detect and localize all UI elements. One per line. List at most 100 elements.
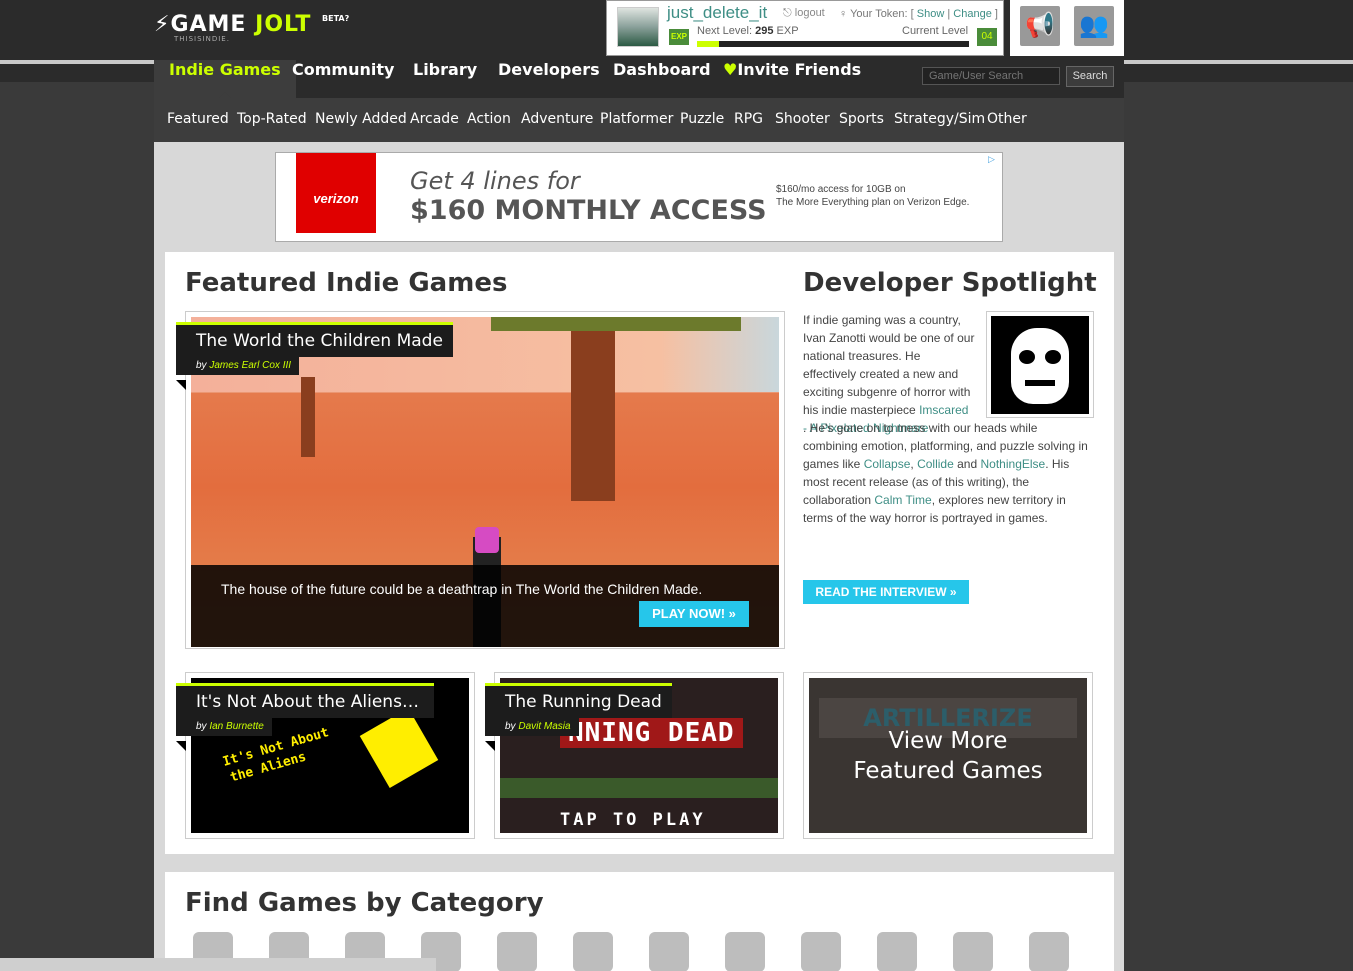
adchoices-icon[interactable]: ▷ — [988, 154, 1000, 166]
username-link[interactable]: just_delete_it — [667, 3, 767, 23]
subnav-platformer[interactable]: Platformer — [600, 98, 673, 140]
subnav-top-rated[interactable]: Top-Rated — [237, 98, 307, 140]
subnav-other[interactable]: Other — [987, 98, 1027, 140]
featured-author-link[interactable]: James Earl Cox III — [209, 360, 291, 371]
scene-tree — [571, 331, 615, 501]
ad-fineprint: $160/mo access for 10GB on The More Every… — [776, 183, 996, 209]
subnav-strategy-sim[interactable]: Strategy/Sim — [894, 98, 985, 140]
tile-running-dead-byline: by Davit Masia — [485, 717, 579, 736]
token-change-link[interactable]: Change — [953, 8, 992, 20]
next-level: Next Level: 295 EXP — [697, 25, 799, 37]
icon-box: 📢 👥 — [1010, 0, 1124, 56]
verizon-logo: verizon — [296, 153, 376, 233]
featured-tile-aliens[interactable]: It's Not About the Aliens It's Not About… — [176, 672, 475, 839]
subnav-shooter[interactable]: Shooter — [775, 98, 830, 140]
next-level-label: Next Level: — [697, 25, 753, 37]
category-shooter-icon[interactable] — [801, 932, 841, 971]
subnav-rpg[interactable]: RPG — [734, 98, 763, 140]
beta-badge[interactable]: BETA? — [322, 14, 349, 23]
featured-byline: by James Earl Cox III — [176, 356, 300, 375]
featured-panel: Featured Indie Games Developer Spotlight… — [165, 252, 1114, 854]
spotlight-link-collapse[interactable]: Collapse — [864, 457, 911, 471]
tile-aliens-author-link[interactable]: Ian Burnette — [209, 721, 263, 732]
category-puzzle-icon[interactable] — [649, 932, 689, 971]
featured-title[interactable]: The World the Children Made — [176, 322, 453, 357]
running-dead-tap: TAP TO PLAY — [560, 810, 706, 830]
logout-label: logout — [794, 7, 825, 19]
next-level-unit: EXP — [776, 25, 799, 37]
logout-link[interactable]: ⎋ logout — [783, 7, 825, 20]
search-input[interactable] — [922, 67, 1060, 85]
friends-icon[interactable]: 👥 — [1074, 6, 1114, 46]
search-button[interactable]: Search — [1066, 66, 1114, 87]
ribbon-fold — [176, 380, 186, 390]
ad-fineprint-line1: $160/mo access for 10GB on — [776, 184, 906, 195]
tile-aliens-title[interactable]: It's Not About the Aliens (… — [176, 683, 434, 718]
view-more-line1: View More — [888, 728, 1008, 754]
nav-indie-games[interactable]: Indie Games — [154, 60, 296, 98]
subnav-adventure[interactable]: Adventure — [521, 98, 593, 140]
user-box: just_delete_it EXP ⎋ logout ♀ Your Token… — [606, 0, 1004, 56]
nav-library[interactable]: Library — [398, 60, 492, 98]
gamejolt-logo[interactable]: ⚡GAME JOLT BETA? THISISINDIE. — [154, 12, 349, 43]
nav-invite-friends-label: Invite Friends — [737, 60, 862, 79]
token-show-link[interactable]: Show — [917, 8, 945, 20]
view-more-featured-tile[interactable]: ARTILLERIZE View More Featured Games — [803, 672, 1093, 839]
token-bracket: ] — [994, 8, 998, 20]
tile-running-dead-title[interactable]: The Running Dead — [485, 683, 672, 718]
view-more-label[interactable]: View More Featured Games — [809, 726, 1087, 786]
category-sports-icon[interactable] — [877, 932, 917, 971]
subnav-newly-added[interactable]: Newly Added — [315, 98, 407, 140]
view-more-image[interactable]: ARTILLERIZE View More Featured Games — [809, 678, 1087, 833]
spotlight-para1: If indie gaming was a country, Ivan Zano… — [803, 313, 975, 417]
category-adventure-icon[interactable] — [497, 932, 537, 971]
content-area: verizon Get 4 lines for $160 MONTHLY ACC… — [154, 142, 1124, 971]
avatar[interactable] — [617, 7, 659, 47]
category-other-icon[interactable] — [1029, 932, 1069, 971]
token-area: ♀ Your Token: [ Show | Change ] — [839, 8, 998, 20]
spotlight-link-calmtime[interactable]: Calm Time — [874, 493, 931, 507]
subnav-arcade[interactable]: Arcade — [410, 98, 459, 140]
horizontal-scrollbar[interactable] — [0, 958, 436, 971]
tile-running-dead-author-link[interactable]: Davit Masia — [518, 721, 570, 732]
spotlight-link-collide[interactable]: Collide — [917, 457, 954, 471]
tile-aliens-by-label: by — [196, 721, 207, 732]
featured-caption-band: The house of the future could be a death… — [191, 565, 779, 647]
skull-mouth — [1025, 380, 1055, 386]
next-level-exp: 295 — [755, 25, 774, 37]
category-rpg-icon[interactable] — [725, 932, 765, 971]
subnav-sports[interactable]: Sports — [839, 98, 884, 140]
skull-eye-left — [1019, 350, 1035, 364]
spotlight-and: and — [957, 457, 978, 471]
subnav-puzzle[interactable]: Puzzle — [680, 98, 724, 140]
alien-sprite-icon — [359, 708, 439, 788]
skull-face-icon — [1011, 328, 1069, 404]
ad-banner[interactable]: verizon Get 4 lines for $160 MONTHLY ACC… — [275, 152, 1003, 242]
featured-main-game[interactable]: The house of the future could be a death… — [176, 311, 785, 649]
current-level-label: Current Level — [902, 25, 969, 37]
ribbon-fold — [485, 741, 495, 751]
subnav-action[interactable]: Action — [467, 98, 511, 140]
ad-fineprint-line2: The More Everything plan on Verizon Edge… — [776, 197, 970, 208]
tile-running-dead-by-label: by — [505, 721, 516, 732]
featured-tile-running-dead[interactable]: NNING DEAD TAP TO PLAY The Running Dead … — [485, 672, 784, 839]
read-interview-button[interactable]: READ THE INTERVIEW » — [803, 580, 969, 604]
spotlight-link-nothingelse[interactable]: NothingElse — [981, 457, 1046, 471]
exp-icon: EXP — [669, 29, 689, 45]
play-now-button[interactable]: PLAY NOW! » — [639, 601, 749, 627]
logo-text-jolt: JOLT — [255, 12, 312, 37]
subnav-featured[interactable]: Featured — [167, 98, 229, 140]
nav-developers[interactable]: Developers — [483, 60, 615, 98]
spotlight-image[interactable] — [986, 311, 1094, 418]
logout-icon: ⎋ — [783, 7, 792, 19]
category-platformer-icon[interactable] — [573, 932, 613, 971]
ribbon-fold — [176, 741, 186, 751]
nav-dashboard[interactable]: Dashboard — [598, 60, 726, 98]
featured-caption: The house of the future could be a death… — [221, 581, 703, 597]
category-strategy-icon[interactable] — [953, 932, 993, 971]
megaphone-icon[interactable]: 📢 — [1020, 6, 1060, 46]
scene-tree-small — [301, 377, 315, 457]
nav-community[interactable]: Community — [277, 60, 409, 98]
nav-invite-friends[interactable]: ♥Invite Friends — [708, 60, 876, 98]
ad-subheadline: $160 MONTHLY ACCESS — [410, 195, 767, 226]
